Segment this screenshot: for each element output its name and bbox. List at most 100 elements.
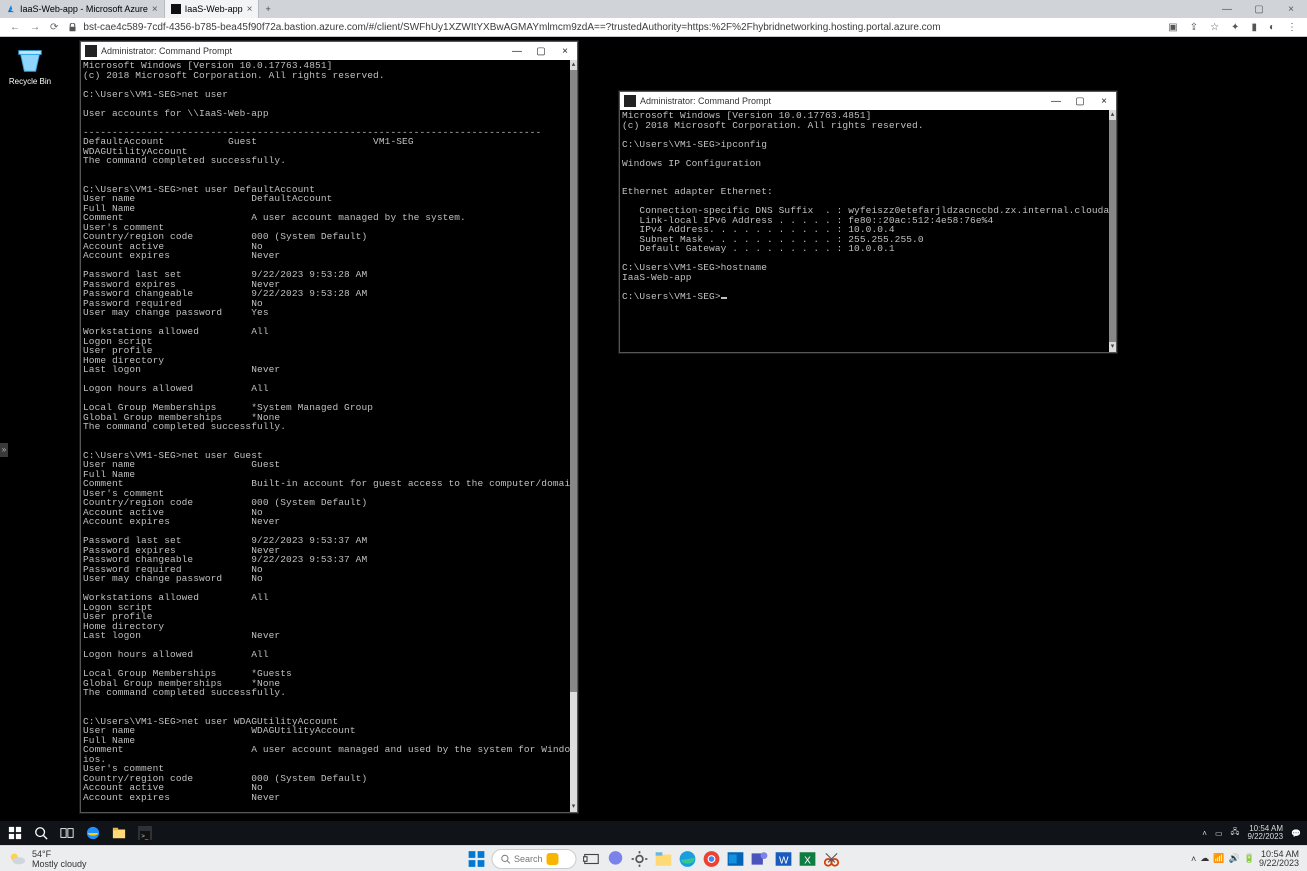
extensions-icon[interactable]: ✦ <box>1231 22 1239 33</box>
task-view-icon[interactable] <box>582 850 600 868</box>
browser-window-controls: — ▢ × <box>1211 4 1307 15</box>
profile-icon[interactable]: ◐ <box>1269 22 1275 33</box>
teams-icon[interactable] <box>750 850 768 868</box>
scrollbar[interactable]: ▴ ▾ <box>1109 110 1116 352</box>
reading-list-icon[interactable]: ▮ <box>1251 22 1257 33</box>
bing-badge-icon <box>547 853 559 865</box>
recycle-bin-desktop-icon[interactable]: Recycle Bin <box>6 45 54 86</box>
menu-icon[interactable]: ⋮ <box>1287 22 1297 33</box>
word-icon[interactable]: W <box>774 850 792 868</box>
action-center-icon[interactable]: 💬 <box>1291 829 1301 838</box>
cmd-taskbar-icon[interactable]: >_ <box>138 826 152 840</box>
tray-chevron-icon[interactable]: ˄ <box>1191 854 1196 864</box>
ie-icon[interactable] <box>86 826 100 840</box>
weather-cond: Mostly cloudy <box>32 859 87 869</box>
cursor-icon <box>721 297 727 299</box>
remote-desktop: Recycle Bin » Administrator: Command Pro… <box>0 37 1307 845</box>
svg-text:W: W <box>779 855 789 866</box>
recycle-bin-label: Recycle Bin <box>9 77 51 86</box>
outlook-icon[interactable] <box>726 850 744 868</box>
onedrive-icon[interactable]: ☁ <box>1200 853 1209 864</box>
svg-text:X: X <box>804 855 811 866</box>
network-icon[interactable]: 🖧 <box>1231 826 1240 840</box>
excel-icon[interactable]: X <box>798 850 816 868</box>
browser-tab-strip: IaaS-Web-app - Microsoft Azure × IaaS-We… <box>0 0 1307 18</box>
volume-icon[interactable]: 🔊 <box>1229 853 1240 864</box>
chat-icon[interactable] <box>606 850 624 868</box>
snip-icon[interactable] <box>822 850 840 868</box>
share-icon[interactable]: ⇪ <box>1190 22 1198 33</box>
edge-icon[interactable] <box>678 850 696 868</box>
window-title: Administrator: Command Prompt <box>101 46 505 56</box>
terminal-output[interactable]: Microsoft Windows [Version 10.0.17763.48… <box>620 110 1109 352</box>
settings-icon[interactable] <box>630 850 648 868</box>
search-placeholder: Search <box>514 854 543 864</box>
explorer-icon[interactable] <box>654 850 672 868</box>
tab-title: IaaS-Web-app - Microsoft Azure <box>20 4 148 14</box>
title-bar[interactable]: Administrator: Command Prompt — ▢ × <box>81 42 577 60</box>
host-date: 9/22/2023 <box>1259 859 1299 868</box>
close-icon[interactable]: × <box>152 4 158 15</box>
browser-chrome: IaaS-Web-app - Microsoft Azure × IaaS-We… <box>0 0 1307 37</box>
scroll-track[interactable] <box>570 70 577 802</box>
address-bar-row: ← → ⟳ bst-cae4c589-7cdf-4356-b785-bea45f… <box>0 18 1307 37</box>
browser-tab-bastion[interactable]: IaaS-Web-app × <box>165 0 260 18</box>
cmd-favicon-icon <box>171 4 181 14</box>
remote-date: 9/22/2023 <box>1247 833 1283 841</box>
reload-icon[interactable]: ⟳ <box>50 22 58 33</box>
azure-favicon-icon <box>6 4 16 14</box>
new-tab-button[interactable]: + <box>259 4 276 14</box>
cmd-icon <box>624 95 636 107</box>
task-view-icon[interactable] <box>60 826 74 840</box>
maximize-icon[interactable]: ▢ <box>529 46 553 57</box>
display-icon[interactable]: ▭ <box>1215 829 1223 838</box>
tab-title: IaaS-Web-app <box>185 4 243 14</box>
scrollbar[interactable]: ▴ ▾ <box>570 60 577 812</box>
forward-icon[interactable]: → <box>30 22 40 33</box>
search-input[interactable]: Search <box>491 849 576 869</box>
wifi-icon[interactable]: 📶 <box>1213 853 1224 864</box>
svg-text:>_: >_ <box>141 833 149 840</box>
address-bar[interactable]: bst-cae4c589-7cdf-4356-b785-bea45f90f72a… <box>77 22 1158 33</box>
terminal-output[interactable]: Microsoft Windows [Version 10.0.17763.48… <box>81 60 570 812</box>
maximize-icon[interactable]: ▢ <box>1068 96 1092 107</box>
explorer-icon[interactable] <box>112 826 126 840</box>
bookmark-icon[interactable]: ☆ <box>1210 22 1219 33</box>
maximize-icon[interactable]: ▢ <box>1243 4 1275 15</box>
scroll-thumb[interactable] <box>570 70 577 692</box>
minimize-icon[interactable]: — <box>505 46 529 57</box>
title-bar[interactable]: Administrator: Command Prompt — ▢ × <box>620 92 1116 110</box>
battery-icon[interactable]: 🔋 <box>1244 853 1255 864</box>
browser-tab-azure[interactable]: IaaS-Web-app - Microsoft Azure × <box>0 0 165 18</box>
scroll-thumb[interactable] <box>1109 120 1116 342</box>
cmd-window-left: Administrator: Command Prompt — ▢ × Micr… <box>80 41 578 813</box>
close-icon[interactable]: × <box>1092 96 1116 107</box>
window-title: Administrator: Command Prompt <box>640 96 1044 106</box>
bastion-toolbar-expand-icon[interactable]: » <box>0 443 8 457</box>
scroll-track[interactable] <box>1109 120 1116 342</box>
minimize-icon[interactable]: — <box>1044 96 1068 107</box>
close-icon[interactable]: × <box>1275 4 1307 15</box>
start-icon[interactable] <box>467 850 485 868</box>
close-icon[interactable]: × <box>247 4 253 15</box>
close-icon[interactable]: × <box>553 46 577 57</box>
scroll-down-icon[interactable]: ▾ <box>1109 342 1116 352</box>
minimize-icon[interactable]: — <box>1211 4 1243 15</box>
scroll-up-icon[interactable]: ▴ <box>1109 110 1116 120</box>
cmd-window-right: Administrator: Command Prompt — ▢ × Micr… <box>619 91 1117 353</box>
remote-clock[interactable]: 10:54 AM 9/22/2023 <box>1247 825 1283 841</box>
host-taskbar: 54°F Mostly cloudy Search W X ˄ ☁ 📶 🔊 🔋 … <box>0 845 1307 871</box>
scroll-down-icon[interactable]: ▾ <box>570 802 577 812</box>
screen-icon[interactable]: ▣ <box>1168 22 1177 33</box>
tray-chevron-icon[interactable]: ˄ <box>1202 829 1207 838</box>
start-icon[interactable] <box>8 826 22 840</box>
weather-icon <box>8 850 26 868</box>
search-icon[interactable] <box>34 826 48 840</box>
chrome-icon[interactable] <box>702 850 720 868</box>
weather-temp: 54°F <box>32 849 87 859</box>
host-clock[interactable]: 10:54 AM 9/22/2023 <box>1259 850 1299 868</box>
host-taskbar-center: Search W X <box>467 849 840 869</box>
scroll-up-icon[interactable]: ▴ <box>570 60 577 70</box>
weather-widget[interactable]: 54°F Mostly cloudy <box>0 849 87 869</box>
back-icon[interactable]: ← <box>10 22 20 33</box>
